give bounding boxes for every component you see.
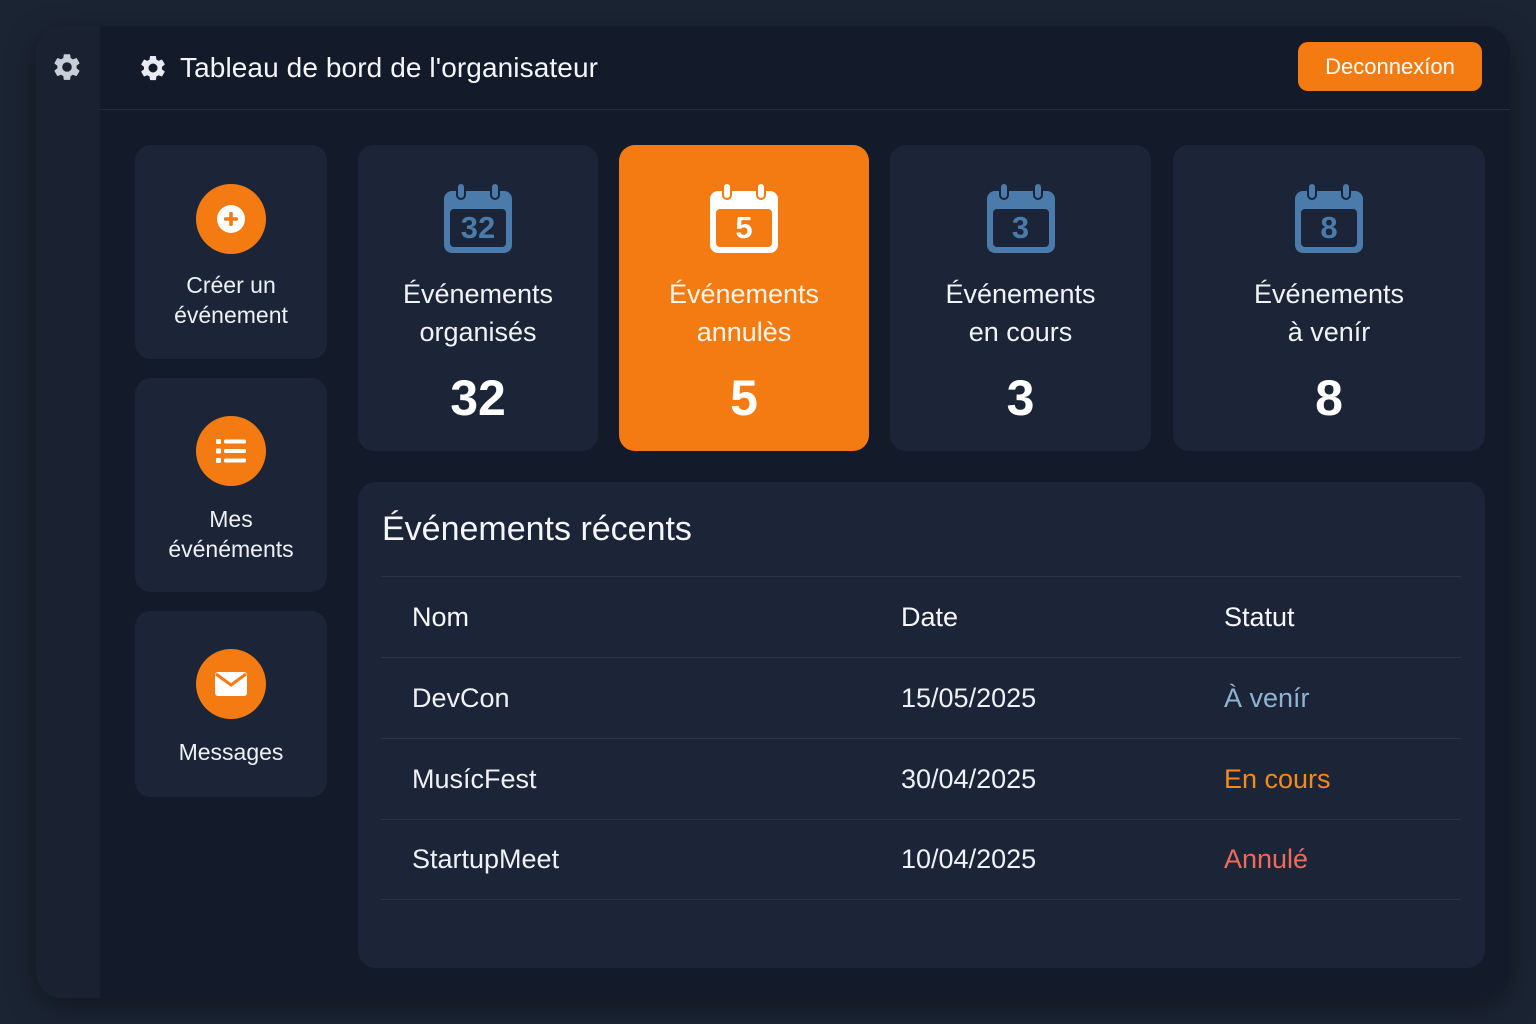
stat-label-line: Événements (945, 279, 1096, 309)
stat-value: 32 (450, 370, 506, 426)
event-status: À venír (1224, 682, 1310, 713)
sidebar-item-label: Messages (178, 739, 284, 765)
logout-button[interactable]: Deconnexíon (1298, 42, 1482, 91)
plus-circle-icon (196, 184, 266, 254)
table-row[interactable]: StartupMeet 10/04/2025 Annulé (381, 819, 1461, 900)
event-status: Annulé (1224, 844, 1309, 874)
gear-icon (138, 53, 168, 83)
recent-events-title: Événements récents (382, 510, 692, 548)
table-row[interactable]: MusícFest 30/04/2025 En cours (381, 738, 1461, 819)
stat-label-line: Événements (402, 279, 554, 309)
calendar-icon: 5 (708, 182, 780, 257)
stat-label: Événements organisés (358, 275, 598, 351)
calendar-icon: 8 (1293, 182, 1365, 257)
stat-label: Événements en cours (890, 275, 1151, 351)
title-group: Tableau de bord de l'organisateur (138, 48, 598, 88)
sidebar-item-label: Mes événéments (168, 506, 294, 562)
stat-label-line: organisés (419, 317, 537, 347)
stat-card-ongoing[interactable]: 3 Événements en cours 3 (890, 145, 1151, 451)
stat-value: 8 (1315, 370, 1343, 426)
event-date: 10/04/2025 (901, 844, 1037, 874)
column-header-status[interactable]: Statut (1224, 577, 1295, 657)
event-name: MusícFest (412, 763, 537, 794)
stat-card-upcoming[interactable]: 8 Événements à venír 8 (1173, 145, 1485, 451)
stat-card-cancelled[interactable]: 5 Événements annulès 5 (619, 145, 869, 451)
dashboard-window: Tableau de bord de l'organisateur Deconn… (36, 26, 1510, 998)
event-date: 15/05/2025 (901, 682, 1037, 713)
column-header-name[interactable]: Nom (412, 577, 469, 657)
stat-label-line: Événements (1253, 279, 1405, 309)
stat-label-line: à venír (1287, 317, 1371, 347)
recent-events-table: Nom Date Statut DevCon 15/05/2025 À vení… (381, 576, 1461, 900)
stat-label-line: annulès (696, 317, 792, 347)
stat-value: 5 (730, 370, 758, 426)
stat-label-line: Événements (668, 279, 820, 309)
stat-label: Événements à venír (1173, 275, 1485, 351)
stat-label: Événements annulès (619, 275, 869, 351)
list-icon (196, 416, 266, 486)
table-row[interactable]: DevCon 15/05/2025 À venír (381, 657, 1461, 738)
calendar-number: 8 (1320, 210, 1338, 245)
sidebar-item-my-events[interactable]: Mes événéments (135, 378, 327, 592)
sidebar-item-label: Créer un événement (174, 272, 288, 328)
table-header-row: Nom Date Statut (381, 576, 1461, 657)
stat-value: 3 (1006, 370, 1035, 426)
settings-gear-icon[interactable] (50, 50, 84, 84)
calendar-icon: 3 (985, 182, 1057, 257)
column-header-date[interactable]: Date (901, 577, 958, 657)
page-title: Tableau de bord de l'organisateur (180, 52, 599, 83)
recent-events-panel: Événements récents Nom Date Statut DevCo… (358, 482, 1485, 968)
event-date: 30/04/2025 (901, 763, 1037, 794)
calendar-icon: 32 (442, 182, 514, 257)
calendar-number: 3 (1011, 210, 1030, 245)
event-name: DevCon (412, 682, 510, 713)
envelope-icon (196, 649, 266, 719)
calendar-number: 32 (460, 210, 496, 245)
event-name: StartupMeet (412, 844, 560, 874)
stat-card-organized[interactable]: 32 Événements organisés 32 (358, 145, 598, 451)
calendar-number: 5 (735, 210, 753, 245)
event-status: En cours (1224, 763, 1331, 794)
stat-label-line: en cours (968, 317, 1073, 347)
icon-rail (36, 26, 100, 998)
sidebar-item-messages[interactable]: Messages (135, 611, 327, 797)
sidebar-item-create-event[interactable]: Créer un événement (135, 145, 327, 359)
top-bar: Tableau de bord de l'organisateur Deconn… (100, 26, 1510, 110)
